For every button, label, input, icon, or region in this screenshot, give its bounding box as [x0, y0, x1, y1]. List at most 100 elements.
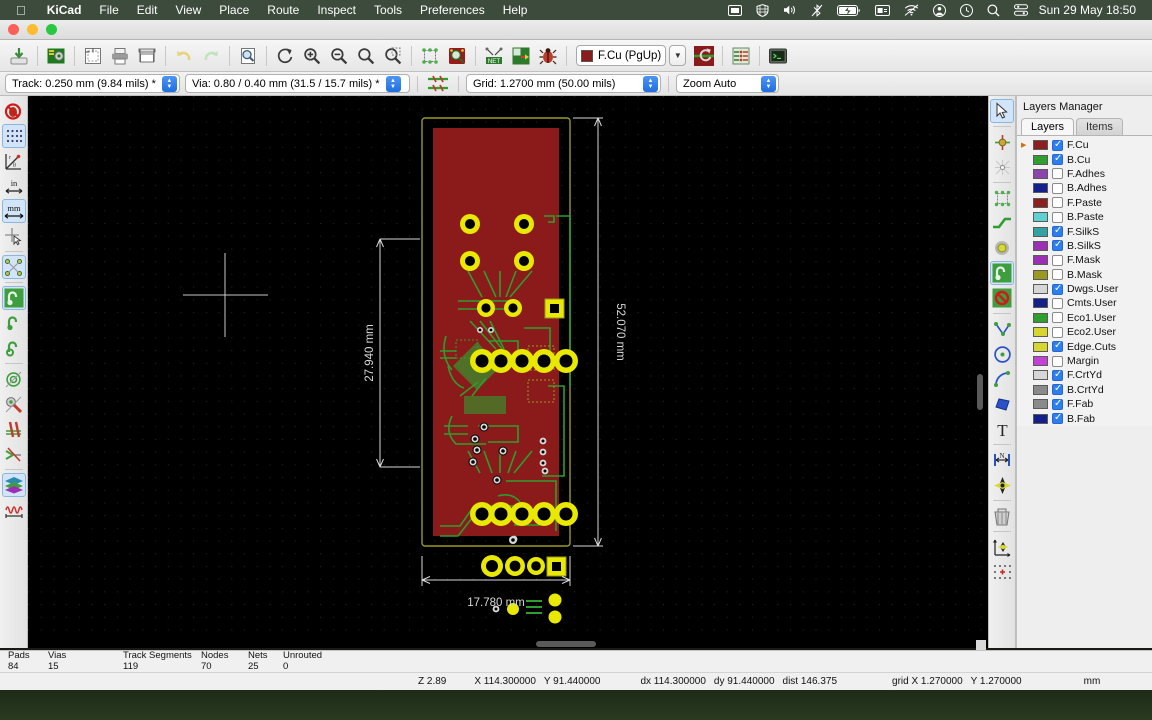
layer-color-swatch[interactable]: [1033, 140, 1048, 151]
ratsnest-display-icon[interactable]: [1, 255, 26, 279]
add-text-icon[interactable]: T: [990, 417, 1014, 441]
polar-coordinates-icon[interactable]: rθ: [2, 149, 26, 173]
menu-item-place[interactable]: Place: [210, 3, 258, 17]
save-board-icon[interactable]: [6, 43, 32, 69]
window-minimize-button[interactable]: [27, 24, 38, 35]
zone-outline-icon[interactable]: [2, 311, 26, 335]
track-width-stepper[interactable]: ▲ ▼: [161, 75, 177, 92]
add-polygon-icon[interactable]: [990, 317, 1014, 341]
layer-visibility-checkbox[interactable]: [1052, 297, 1063, 309]
layer-row-f-adhes[interactable]: F.Adhes: [1017, 167, 1152, 181]
add-arc-icon[interactable]: [990, 367, 1014, 391]
board-setup-icon[interactable]: [43, 43, 69, 69]
menu-item-inspect[interactable]: Inspect: [308, 3, 365, 17]
cursor-crosshair-icon[interactable]: [2, 224, 26, 248]
layer-visibility-checkbox[interactable]: [1052, 269, 1063, 281]
layer-row-b-adhes[interactable]: B.Adhes: [1017, 181, 1152, 195]
zoom-stepper[interactable]: ▲ ▼: [761, 75, 776, 92]
layer-row-edge-cuts[interactable]: Edge.Cuts: [1017, 339, 1152, 353]
layer-visibility-checkbox[interactable]: [1052, 283, 1063, 295]
update-pcb-icon[interactable]: [508, 43, 534, 69]
footprint-editor-icon[interactable]: [417, 43, 443, 69]
window-zoom-button[interactable]: [46, 24, 57, 35]
python-console-icon[interactable]: [765, 43, 791, 69]
volume-icon[interactable]: [776, 4, 804, 16]
layer-visibility-checkbox[interactable]: [1052, 197, 1063, 209]
via-display-icon[interactable]: [2, 367, 26, 391]
track-width-selector[interactable]: Track: 0.250 mm (9.84 mils) * ▲ ▼: [5, 74, 180, 93]
grid-selector[interactable]: Grid: 1.2700 mm (50.00 mils) ▲ ▼: [466, 74, 661, 93]
add-target-icon[interactable]: [990, 473, 1014, 497]
highlight-net-toolbar-icon[interactable]: [691, 43, 717, 69]
battery-charging-icon[interactable]: [830, 4, 868, 16]
layer-visibility-checkbox[interactable]: [1052, 340, 1063, 353]
layer-visibility-checkbox[interactable]: [1052, 383, 1063, 396]
control-center-icon[interactable]: [1007, 4, 1035, 16]
add-keepout-zone-icon[interactable]: [990, 286, 1014, 310]
grid-stepper[interactable]: ▲ ▼: [643, 75, 658, 92]
layer-color-swatch[interactable]: [1033, 183, 1048, 194]
menu-item-help[interactable]: Help: [494, 3, 537, 17]
apple-logo-icon[interactable]: : [0, 4, 38, 17]
zoom-area-icon[interactable]: [380, 43, 406, 69]
layer-row-margin[interactable]: Margin: [1017, 354, 1152, 368]
layer-visibility-checkbox[interactable]: [1052, 254, 1063, 266]
zoom-selector[interactable]: Zoom Auto ▲ ▼: [676, 74, 779, 93]
menu-item-file[interactable]: File: [90, 3, 127, 17]
layer-color-swatch[interactable]: [1033, 298, 1048, 309]
layer-row-b-mask[interactable]: B.Mask: [1017, 268, 1152, 282]
refresh-icon[interactable]: [272, 43, 298, 69]
layers-mode-icon[interactable]: [1, 473, 26, 497]
via-size-stepper[interactable]: ▲ ▼: [385, 75, 401, 92]
layer-row-f-paste[interactable]: F.Paste: [1017, 196, 1152, 210]
graphic-sketch-icon[interactable]: [2, 442, 26, 466]
layer-visibility-checkbox[interactable]: [1052, 168, 1063, 180]
via-size-selector[interactable]: Via: 0.80 / 0.40 mm (31.5 / 15.7 mils) *…: [185, 74, 410, 93]
layer-row-eco2-user[interactable]: Eco2.User: [1017, 325, 1152, 339]
layer-visibility-checkbox[interactable]: [1052, 412, 1063, 425]
length-tuner-icon[interactable]: [2, 498, 26, 522]
menu-item-route[interactable]: Route: [258, 3, 308, 17]
layer-row-b-paste[interactable]: B.Paste: [1017, 210, 1152, 224]
user-account-icon[interactable]: [926, 3, 953, 17]
layer-visibility-checkbox[interactable]: [1052, 211, 1063, 223]
select-tool-icon[interactable]: [990, 99, 1014, 123]
time-machine-icon[interactable]: [953, 3, 980, 17]
display-icon[interactable]: [868, 4, 897, 16]
layer-color-swatch[interactable]: [1033, 384, 1048, 395]
zone-sketch-icon[interactable]: [2, 336, 26, 360]
track-sketch-icon[interactable]: [2, 417, 26, 441]
plot-icon[interactable]: [134, 43, 160, 69]
zoom-in-icon[interactable]: [299, 43, 325, 69]
local-ratsnest-icon[interactable]: [990, 155, 1014, 179]
highlight-net-tool-icon[interactable]: [990, 130, 1014, 154]
layer-color-swatch[interactable]: [1033, 269, 1048, 280]
add-circle-icon[interactable]: [990, 342, 1014, 366]
layer-row-b-silks[interactable]: B.SilkS: [1017, 239, 1152, 253]
layer-color-swatch[interactable]: [1033, 284, 1048, 295]
layer-color-swatch[interactable]: [1033, 154, 1048, 165]
layer-color-swatch[interactable]: [1033, 356, 1048, 367]
undo-icon[interactable]: [171, 43, 197, 69]
menu-item-view[interactable]: View: [166, 3, 210, 17]
menu-item-edit[interactable]: Edit: [128, 3, 167, 17]
page-settings-icon[interactable]: [80, 43, 106, 69]
set-grid-origin-icon[interactable]: [990, 560, 1014, 584]
net-inspector-icon[interactable]: [728, 43, 754, 69]
menu-item-preferences[interactable]: Preferences: [411, 3, 494, 17]
add-graphic-polygon-icon[interactable]: [990, 392, 1014, 416]
layer-color-swatch[interactable]: [1033, 399, 1048, 410]
redo-icon[interactable]: [198, 43, 224, 69]
bluetooth-off-icon[interactable]: [804, 3, 830, 17]
screen-mirroring-icon[interactable]: [721, 4, 749, 16]
layer-row-dwgs-user[interactable]: Dwgs.User: [1017, 282, 1152, 296]
pcb-canvas[interactable]: 27.940 mm 52.070 mm 17.780 mm: [28, 96, 988, 648]
add-footprint-icon[interactable]: [990, 186, 1014, 210]
pad-display-icon[interactable]: [2, 392, 26, 416]
route-track-icon[interactable]: [990, 211, 1014, 235]
shield-icon[interactable]: [749, 3, 776, 17]
layer-row-f-cu[interactable]: ▶ F.Cu: [1017, 138, 1152, 152]
tab-items[interactable]: Items: [1076, 118, 1123, 135]
canvas-vertical-scrollbar[interactable]: [976, 96, 984, 648]
layer-color-swatch[interactable]: [1033, 327, 1048, 338]
